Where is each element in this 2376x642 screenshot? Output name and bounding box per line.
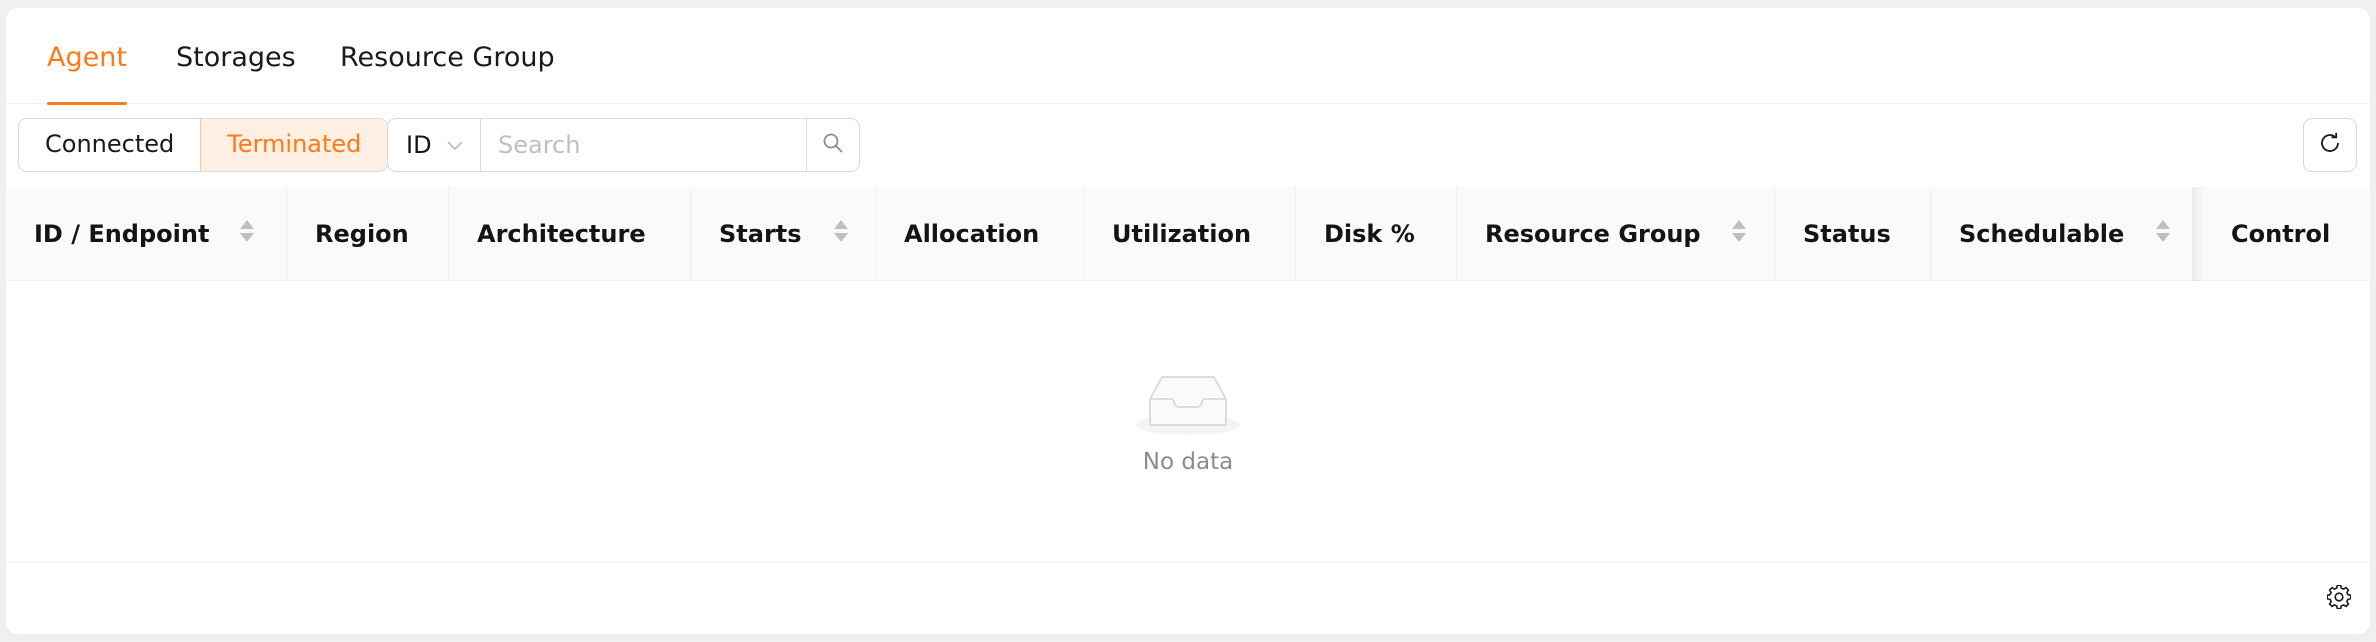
column-header-utilization: Utilization [1084,187,1296,281]
table-empty-state: No data [6,281,2370,563]
tab-agent[interactable]: Agent [47,40,127,105]
connection-status-toggle: Connected Terminated [18,118,389,172]
column-label: Control [2231,220,2331,248]
table-settings-button[interactable] [2325,584,2353,613]
gear-icon [2326,584,2352,613]
search-icon [822,132,844,158]
tab-storages[interactable]: Storages [176,40,296,104]
search-input[interactable] [481,119,806,171]
column-label: Schedulable [1959,220,2125,248]
column-label: Architecture [477,220,646,248]
empty-text: No data [1142,449,1234,475]
column-header-control: Control [2203,187,2370,281]
column-label: Region [315,220,409,248]
column-header-status: Status [1775,187,1931,281]
agent-panel: Agent Storages Resource Group Connected … [6,8,2370,634]
fixed-column-shadow [2192,187,2204,281]
sort-icon[interactable] [2156,220,2170,242]
sort-icon[interactable] [834,220,848,242]
refresh-icon [2318,131,2342,159]
column-label: Disk % [1324,220,1415,248]
empty-inbox-icon [1134,369,1242,445]
terminated-button[interactable]: Terminated [200,119,388,171]
sort-icon[interactable] [240,220,254,242]
column-label: Utilization [1112,220,1252,248]
refresh-button[interactable] [2303,118,2357,172]
column-header-architecture: Architecture [449,187,691,281]
table-header: ID / Endpoint Region Architecture Starts… [6,187,2370,281]
column-label: Allocation [904,220,1040,248]
search-field-select[interactable]: ID [388,119,481,171]
column-label: Starts [719,220,802,248]
tab-resource-group[interactable]: Resource Group [340,40,555,104]
column-label: ID / Endpoint [34,220,210,248]
sort-icon[interactable] [1732,220,1746,242]
chevron-down-icon [446,136,464,154]
column-header-resource-group[interactable]: Resource Group [1457,187,1775,281]
column-label: Resource Group [1485,220,1701,248]
search-group: ID [387,118,860,172]
column-label: Status [1803,220,1891,248]
connected-button[interactable]: Connected [19,119,201,171]
column-header-allocation: Allocation [876,187,1084,281]
search-button[interactable] [806,119,859,171]
column-header-schedulable[interactable]: Schedulable [1931,187,2203,281]
column-header-region: Region [287,187,449,281]
column-header-disk: Disk % [1296,187,1457,281]
search-field-value: ID [406,131,432,159]
tab-bar: Agent Storages Resource Group [6,8,2370,105]
column-header-starts[interactable]: Starts [691,187,876,281]
column-header-id-endpoint[interactable]: ID / Endpoint [6,187,287,281]
